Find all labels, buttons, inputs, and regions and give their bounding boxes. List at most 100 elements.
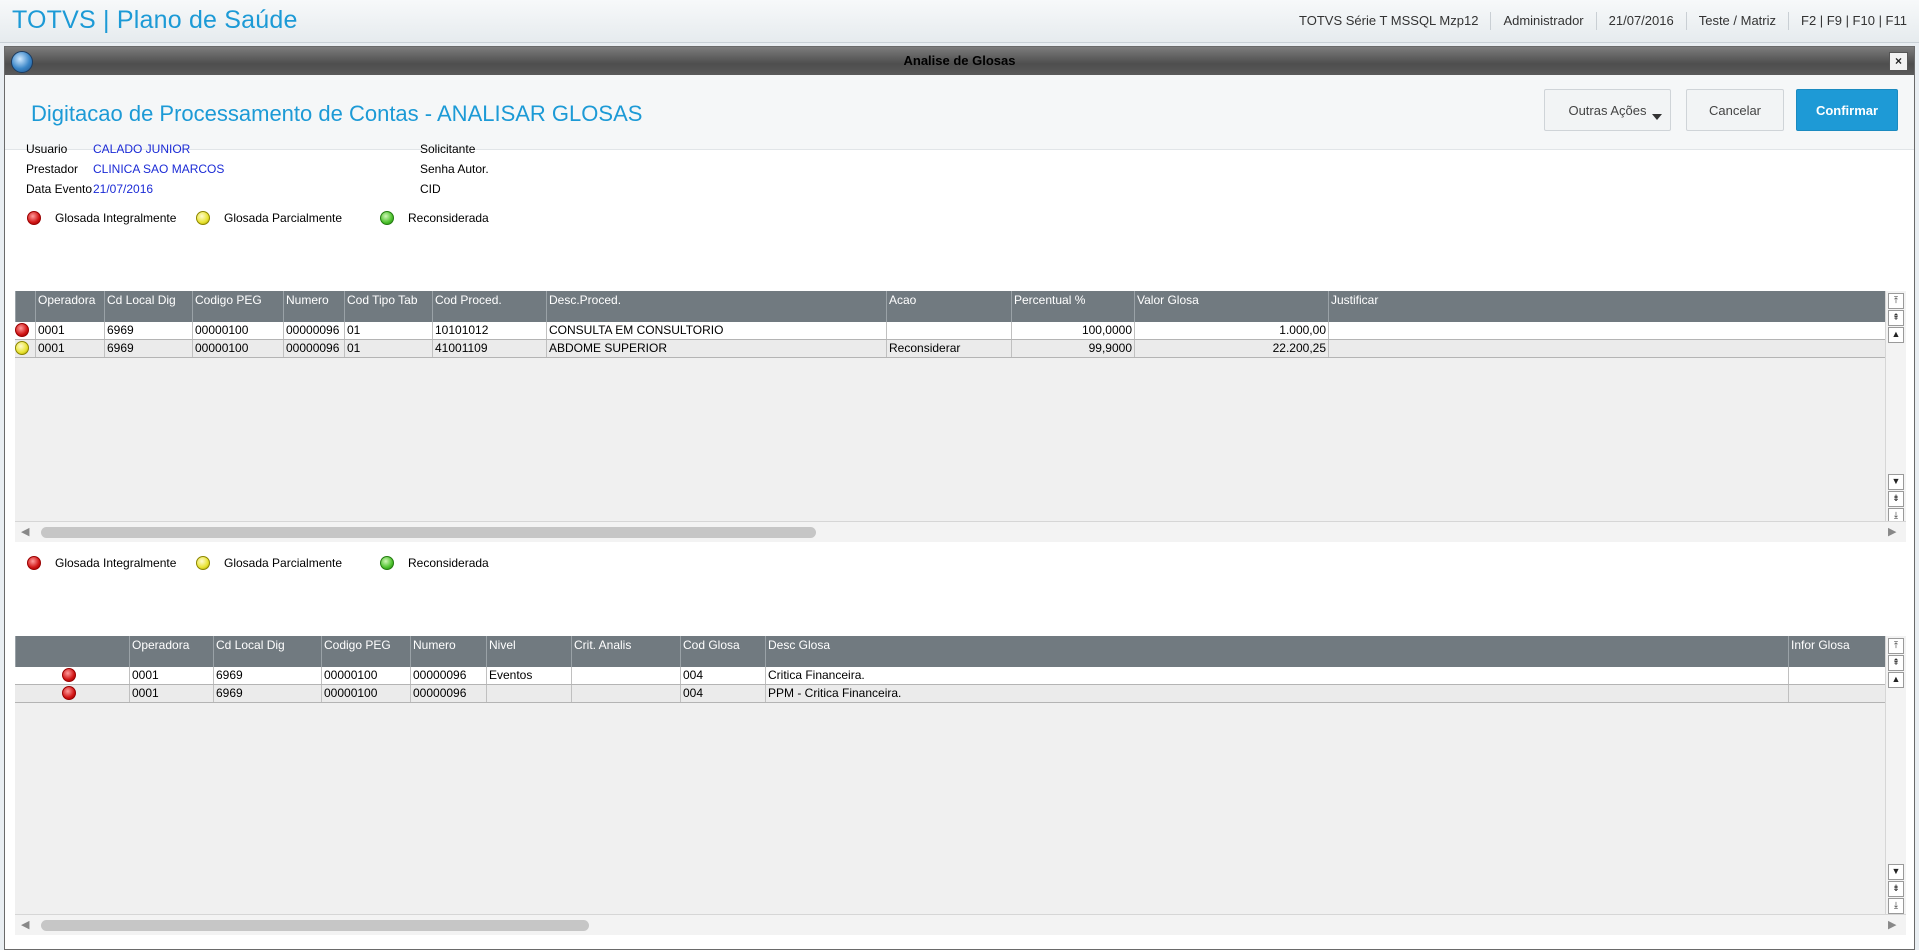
cell-cod-glosa[interactable]: 004: [680, 685, 765, 702]
scroll-top-icon[interactable]: ⤒: [1888, 293, 1904, 309]
cell-infor-glosa[interactable]: [1788, 667, 1886, 684]
company-info[interactable]: Teste / Matriz: [1685, 12, 1788, 30]
environment-info: TOTVS Série T MSSQL Mzp12: [1299, 13, 1479, 28]
shortcut-keys-info[interactable]: F2 | F9 | F10 | F11: [1788, 12, 1919, 30]
column-header-cd-local-dig[interactable]: Cd Local Dig: [213, 636, 321, 667]
cell-percentual[interactable]: 100,0000: [1011, 322, 1134, 339]
horizontal-scrollbar[interactable]: ◀ ▶: [15, 914, 1906, 935]
table-row[interactable]: 0001 6969 00000100 00000096 01 41001109 …: [15, 340, 1886, 358]
cell-desc-proced[interactable]: CONSULTA EM CONSULTORIO: [546, 322, 886, 339]
scroll-left-icon[interactable]: ◀: [21, 918, 29, 931]
cell-cod-proced[interactable]: 10101012: [432, 322, 546, 339]
cell-numero[interactable]: 00000096: [283, 322, 344, 339]
scroll-page-up-icon[interactable]: ⇞: [1888, 655, 1904, 671]
scroll-down-icon[interactable]: ▼: [1888, 474, 1904, 490]
column-header-operadora[interactable]: Operadora: [129, 636, 213, 667]
data-evento-value: 21/07/2016: [93, 182, 154, 196]
cell-codigo-peg[interactable]: 00000100: [192, 322, 283, 339]
column-header-desc-glosa[interactable]: Desc Glosa: [765, 636, 1788, 667]
legend-item-yellow: Glosada Parcialmente: [196, 556, 342, 570]
cell-cod-glosa[interactable]: 004: [680, 667, 765, 684]
cell-acao[interactable]: Reconsiderar: [886, 340, 1011, 357]
scrollbar-thumb[interactable]: [41, 920, 589, 931]
column-header-cod-proced[interactable]: Cod Proced.: [432, 291, 546, 322]
cell-codigo-peg[interactable]: 00000100: [321, 667, 410, 684]
date-info: 21/07/2016: [1595, 12, 1686, 30]
scroll-page-up-icon[interactable]: ⇞: [1888, 310, 1904, 326]
cell-desc-proced[interactable]: ABDOME SUPERIOR: [546, 340, 886, 357]
cell-desc-glosa[interactable]: Critica Financeira.: [765, 667, 1788, 684]
cell-operadora[interactable]: 0001: [129, 685, 213, 702]
cid-label: CID: [420, 182, 441, 196]
cell-desc-glosa[interactable]: PPM - Critica Financeira.: [765, 685, 1788, 702]
cell-cod-proced[interactable]: 41001109: [432, 340, 546, 357]
column-header-numero[interactable]: Numero: [410, 636, 486, 667]
table-row[interactable]: 0001 6969 00000100 00000096 004 PPM - Cr…: [15, 685, 1886, 703]
vertical-scrollbar[interactable]: ⤒ ⇞ ▲ ▼ ⇟ ⤓: [1885, 636, 1906, 914]
column-header-cd-local-dig[interactable]: Cd Local Dig: [104, 291, 192, 322]
cell-justificar[interactable]: [1328, 322, 1886, 339]
column-header-valor-glosa[interactable]: Valor Glosa: [1134, 291, 1328, 322]
column-header-numero[interactable]: Numero: [283, 291, 344, 322]
scroll-left-icon[interactable]: ◀: [21, 525, 29, 538]
cell-percentual[interactable]: 99,9000: [1011, 340, 1134, 357]
cell-operadora[interactable]: 0001: [35, 340, 104, 357]
cancel-button[interactable]: Cancelar: [1686, 89, 1784, 131]
table-row[interactable]: 0001 6969 00000100 00000096 01 10101012 …: [15, 322, 1886, 340]
cell-operadora[interactable]: 0001: [129, 667, 213, 684]
cell-crit-analis[interactable]: [571, 685, 680, 702]
cell-crit-analis[interactable]: [571, 667, 680, 684]
column-header-crit-analis[interactable]: Crit. Analis: [571, 636, 680, 667]
cell-cd-local-dig[interactable]: 6969: [213, 685, 321, 702]
cell-nivel[interactable]: [486, 685, 571, 702]
cell-valor-glosa[interactable]: 22.200,25: [1134, 340, 1328, 357]
close-button[interactable]: ×: [1889, 52, 1908, 71]
cell-operadora[interactable]: 0001: [35, 322, 104, 339]
scroll-page-down-icon[interactable]: ⇟: [1888, 881, 1904, 897]
column-header-desc-proced[interactable]: Desc.Proced.: [546, 291, 886, 322]
cell-valor-glosa[interactable]: 1.000,00: [1134, 322, 1328, 339]
column-header-infor-glosa[interactable]: Infor Glosa: [1788, 636, 1886, 667]
cell-cod-tipo-tab[interactable]: 01: [344, 340, 432, 357]
scroll-down-icon[interactable]: ▼: [1888, 864, 1904, 880]
cell-codigo-peg[interactable]: 00000100: [321, 685, 410, 702]
column-header-codigo-peg[interactable]: Codigo PEG: [321, 636, 410, 667]
confirm-button[interactable]: Confirmar: [1796, 89, 1898, 131]
column-header-operadora[interactable]: Operadora: [35, 291, 104, 322]
horizontal-scrollbar[interactable]: ◀ ▶: [15, 521, 1906, 542]
other-actions-button[interactable]: Outras Ações: [1544, 89, 1671, 131]
column-header-justificar[interactable]: Justificar: [1328, 291, 1886, 322]
column-header-cod-tipo-tab[interactable]: Cod Tipo Tab: [344, 291, 432, 322]
scroll-page-down-icon[interactable]: ⇟: [1888, 491, 1904, 507]
scroll-bottom-icon[interactable]: ⤓: [1888, 898, 1904, 914]
cell-infor-glosa[interactable]: [1788, 685, 1886, 702]
column-header-status: [15, 636, 129, 667]
column-header-codigo-peg[interactable]: Codigo PEG: [192, 291, 283, 322]
cell-numero[interactable]: 00000096: [410, 685, 486, 702]
column-header-cod-glosa[interactable]: Cod Glosa: [680, 636, 765, 667]
vertical-scrollbar[interactable]: ⤒ ⇞ ▲ ▼ ⇟ ⤓: [1885, 291, 1906, 524]
table-row[interactable]: 0001 6969 00000100 00000096 Eventos 004 …: [15, 667, 1886, 685]
scroll-top-icon[interactable]: ⤒: [1888, 638, 1904, 654]
cell-cd-local-dig[interactable]: 6969: [104, 322, 192, 339]
cell-numero[interactable]: 00000096: [410, 667, 486, 684]
scroll-up-icon[interactable]: ▲: [1888, 672, 1904, 688]
scrollbar-thumb[interactable]: [41, 527, 816, 538]
cell-justificar[interactable]: [1328, 340, 1886, 357]
cell-cd-local-dig[interactable]: 6969: [104, 340, 192, 357]
app-title: TOTVS | Plano de Saúde: [12, 6, 298, 34]
scroll-right-icon[interactable]: ▶: [1888, 525, 1896, 538]
cell-numero[interactable]: 00000096: [283, 340, 344, 357]
chevron-down-icon: [1652, 114, 1662, 120]
cell-acao[interactable]: [886, 322, 1011, 339]
column-header-percentual[interactable]: Percentual %: [1011, 291, 1134, 322]
column-header-nivel[interactable]: Nivel: [486, 636, 571, 667]
cell-cod-tipo-tab[interactable]: 01: [344, 322, 432, 339]
cell-cd-local-dig[interactable]: 6969: [213, 667, 321, 684]
scroll-right-icon[interactable]: ▶: [1888, 918, 1896, 931]
cell-codigo-peg[interactable]: 00000100: [192, 340, 283, 357]
column-header-status: [15, 291, 35, 322]
cell-nivel[interactable]: Eventos: [486, 667, 571, 684]
column-header-acao[interactable]: Acao: [886, 291, 1011, 322]
scroll-up-icon[interactable]: ▲: [1888, 327, 1904, 343]
